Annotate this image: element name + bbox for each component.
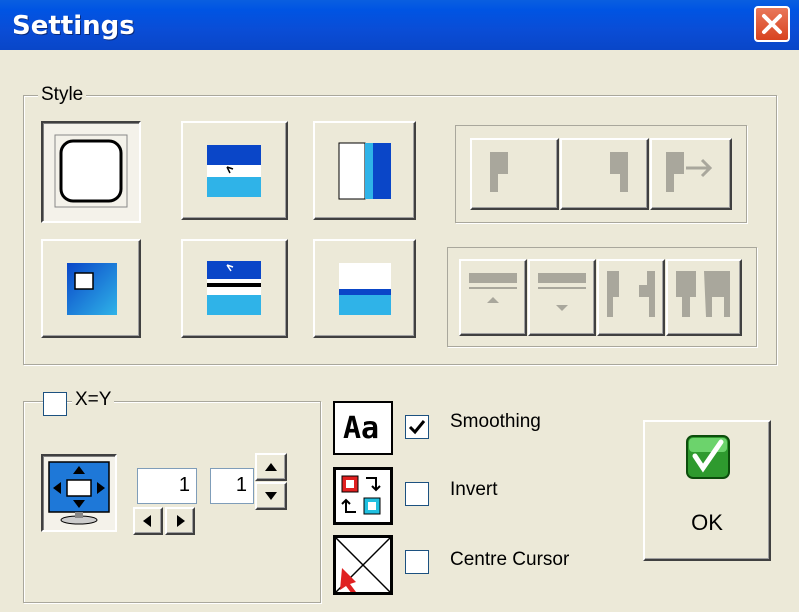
dock-top-icon <box>469 273 517 303</box>
checkmark-icon <box>408 420 426 435</box>
dock-move-button[interactable] <box>650 138 732 210</box>
xy-legend: X=Y <box>72 389 115 411</box>
xy-checkbox[interactable] <box>43 392 67 416</box>
invert-label: Invert <box>450 479 498 500</box>
display-scale-button[interactable] <box>41 454 117 532</box>
arrow-up-icon <box>265 463 277 471</box>
smoothing-checkbox[interactable] <box>405 415 429 439</box>
top-panel-icon <box>207 145 261 197</box>
green-check-icon <box>686 435 730 479</box>
y-decrease-button[interactable] <box>255 482 287 510</box>
arrow-left-icon <box>143 515 151 527</box>
invert-arrows-icon <box>341 475 381 515</box>
y-value-field[interactable]: 1 <box>210 468 254 504</box>
invert-checkbox[interactable] <box>405 482 429 506</box>
dock-pin-right-button[interactable] <box>666 259 742 336</box>
flag-arrow-icon <box>666 152 713 192</box>
centre-cursor-checkbox[interactable] <box>405 550 429 574</box>
style-legend: Style <box>38 84 87 106</box>
dialog-body: Style X=Y 1 1 Aa Smoothing Invert Centre… <box>0 50 799 612</box>
dock-bottom-icon <box>538 273 586 311</box>
invert-colors-icon <box>333 467 393 525</box>
close-icon <box>762 14 782 34</box>
flag-right-icon <box>610 152 628 192</box>
x-decrease-button[interactable] <box>133 507 163 535</box>
window-title: Settings <box>12 11 135 41</box>
y-increase-button[interactable] <box>255 453 287 481</box>
font-aa-icon: Aa <box>333 401 393 455</box>
dock-right-button[interactable] <box>560 138 649 210</box>
x-increase-button[interactable] <box>165 507 195 535</box>
split-panel-icon <box>207 261 261 315</box>
style-top-panel-button[interactable] <box>181 121 288 220</box>
dock-left-button[interactable] <box>470 138 559 210</box>
ok-label: OK <box>691 510 723 535</box>
font-aa-text: Aa <box>343 411 380 446</box>
monitor-arrows-icon <box>48 461 110 525</box>
x-value-field[interactable]: 1 <box>137 468 197 504</box>
rounded-window-icon <box>54 134 128 208</box>
dock-top-button[interactable] <box>459 259 527 336</box>
side-panel-icon <box>338 142 391 200</box>
flag-left-icon <box>490 152 508 192</box>
arrow-right-icon <box>177 515 185 527</box>
dock-pin-left-button[interactable] <box>597 259 665 336</box>
smoothing-label: Smoothing <box>450 411 541 432</box>
close-button[interactable] <box>754 6 790 42</box>
dock-pin-right-icon <box>676 271 730 317</box>
style-rounded-window-button[interactable] <box>41 121 141 223</box>
style-bottom-panel-button[interactable] <box>313 239 416 338</box>
centre-cursor-icon <box>333 535 393 595</box>
dock-bottom-button[interactable] <box>528 259 596 336</box>
dock-pin-left-icon <box>607 271 655 317</box>
bottom-panel-icon <box>339 263 391 315</box>
titlebar: Settings <box>0 0 799 51</box>
ok-button[interactable]: OK <box>643 420 771 561</box>
centre-cursor-label: Centre Cursor <box>450 549 570 570</box>
arrow-down-icon <box>265 492 277 500</box>
style-square-gradient-button[interactable] <box>41 239 141 338</box>
style-split-panel-button[interactable] <box>181 239 288 338</box>
cursor-cross-icon <box>335 537 391 594</box>
square-gradient-icon <box>67 263 117 315</box>
style-side-panel-button[interactable] <box>313 121 416 220</box>
